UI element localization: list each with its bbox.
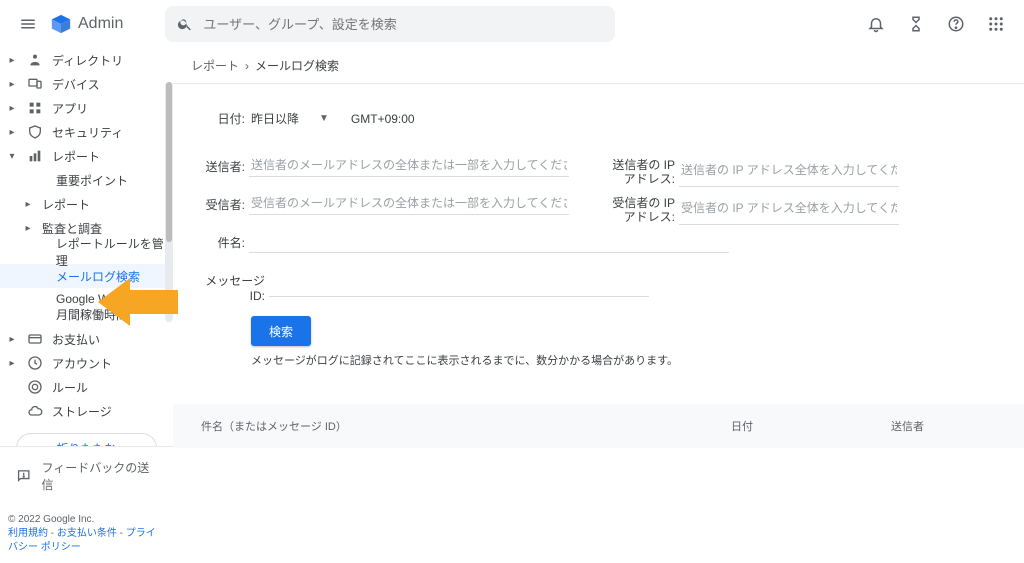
sidebar-footer: © 2022 Google Inc. 利用規約 - お支払い条件 - プライバシ… xyxy=(0,505,173,563)
bell-icon[interactable] xyxy=(856,4,896,44)
sidebar-item-label: ディレクトリ xyxy=(52,52,123,69)
footer-link-terms[interactable]: 利用規約 xyxy=(8,528,48,539)
account-icon xyxy=(26,355,44,371)
sidebar-item-label: メールログ検索 xyxy=(56,268,140,285)
sidebar-nav: ▸ ディレクトリ ▸ デバイス ▸ アプリ ▸ セキュリティ ▾ xyxy=(0,48,173,446)
directory-icon xyxy=(26,52,44,68)
search-form: 日付: 昨日以降 ▼ GMT+09:00 送信者: 送信者の IP アドレス: xyxy=(173,84,1024,368)
recipient-input[interactable] xyxy=(249,192,569,215)
date-label: 日付: xyxy=(201,106,249,131)
sidebar-item-label: セキュリティ xyxy=(52,124,123,141)
sidebar-item-billing[interactable]: ▸ お支払い xyxy=(0,327,173,351)
sidebar-item-devices[interactable]: ▸ デバイス xyxy=(0,72,173,96)
sidebar-item-label: お支払い xyxy=(52,331,100,348)
col-sender: 送信者 xyxy=(891,418,1024,434)
sidebar-item-label: Google Worksp の 月間稼働時間 xyxy=(56,292,154,323)
sidebar-item-report-rules[interactable]: レポートルールを管理 xyxy=(0,240,173,264)
reports-icon xyxy=(26,148,44,164)
dropdown-icon: ▼ xyxy=(319,113,329,124)
app-name: Admin xyxy=(78,15,123,33)
breadcrumb-item: メールログ検索 xyxy=(255,57,339,74)
send-feedback-button[interactable]: フィードバックの送信 xyxy=(0,446,173,505)
sender-label: 送信者: xyxy=(201,154,249,177)
collapse-button[interactable]: 折りたたむ xyxy=(16,433,157,446)
sidebar-item-label: アカウント xyxy=(52,355,112,372)
main-content: レポート › メールログ検索 日付: 昨日以降 ▼ GMT+09:00 xyxy=(173,48,1024,563)
feedback-icon xyxy=(16,468,31,484)
feedback-label: フィードバックの送信 xyxy=(41,459,157,493)
breadcrumb-item[interactable]: レポート xyxy=(191,57,239,74)
sidebar: ▸ ディレクトリ ▸ デバイス ▸ アプリ ▸ セキュリティ ▾ xyxy=(0,48,173,563)
admin-icon xyxy=(50,13,72,35)
app-header: Admin xyxy=(0,0,1024,48)
sidebar-item-uptime[interactable]: Google Worksp の 月間稼働時間 xyxy=(0,288,173,327)
hourglass-icon[interactable] xyxy=(896,4,936,44)
recipient-ip-input[interactable] xyxy=(679,192,899,225)
search-input[interactable] xyxy=(203,17,603,32)
recipient-ip-label: 受信者の IP アドレス: xyxy=(609,192,679,225)
sidebar-item-label: ルール xyxy=(52,379,88,396)
sender-ip-input[interactable] xyxy=(679,154,899,187)
sidebar-item-apps[interactable]: ▸ アプリ xyxy=(0,96,173,120)
sidebar-item-label: ストレージ xyxy=(52,403,112,420)
sidebar-item-reports-sub[interactable]: ▸ レポート xyxy=(0,192,173,216)
breadcrumb: レポート › メールログ検索 xyxy=(173,48,1024,84)
sidebar-item-security[interactable]: ▸ セキュリティ xyxy=(0,120,173,144)
sender-input[interactable] xyxy=(249,154,569,177)
copyright: © 2022 Google Inc. xyxy=(8,513,165,527)
col-date: 日付 xyxy=(731,418,891,434)
sidebar-item-label: デバイス xyxy=(52,76,100,93)
sender-ip-label: 送信者の IP アドレス: xyxy=(609,154,679,187)
date-value: 昨日以降 xyxy=(251,110,311,127)
search-icon xyxy=(177,16,193,32)
search-note: メッセージがログに記録されてここに表示されるまでに、数分かかる場合があります。 xyxy=(201,352,1004,368)
results-table-header: 件名（またはメッセージ ID） 日付 送信者 xyxy=(173,404,1024,448)
billing-icon xyxy=(26,331,44,347)
apps-icon xyxy=(26,100,44,116)
recipient-label: 受信者: xyxy=(201,192,249,215)
sidebar-scrollbar[interactable] xyxy=(165,82,173,322)
menu-icon[interactable] xyxy=(8,4,48,44)
sidebar-item-storage[interactable]: ストレージ xyxy=(0,399,173,423)
rules-icon xyxy=(26,379,44,395)
subject-input[interactable] xyxy=(249,230,729,253)
shield-icon xyxy=(26,124,44,140)
date-select[interactable]: 昨日以降 ▼ GMT+09:00 xyxy=(249,106,417,131)
product-logo[interactable]: Admin xyxy=(50,13,123,35)
sidebar-item-label: 重要ポイント xyxy=(56,172,128,189)
sidebar-item-label: アプリ xyxy=(52,100,88,117)
search-button[interactable]: 検索 xyxy=(251,316,311,346)
sidebar-item-label: レポートルールを管理 xyxy=(56,235,173,269)
breadcrumb-separator: › xyxy=(245,59,249,73)
timezone-label: GMT+09:00 xyxy=(351,112,415,126)
sidebar-item-directory[interactable]: ▸ ディレクトリ xyxy=(0,48,173,72)
apps-grid-icon[interactable] xyxy=(976,4,1016,44)
sidebar-item-highlights[interactable]: 重要ポイント xyxy=(0,168,173,192)
sidebar-item-rules[interactable]: ルール xyxy=(0,375,173,399)
subject-label: 件名: xyxy=(201,230,249,253)
cloud-icon xyxy=(26,403,44,419)
devices-icon xyxy=(26,76,44,92)
message-id-label: メッセージ ID: xyxy=(201,268,269,303)
footer-link-billing-terms[interactable]: お支払い条件 xyxy=(57,528,117,539)
col-subject: 件名（またはメッセージ ID） xyxy=(201,418,731,434)
sidebar-item-label: 監査と調査 xyxy=(42,220,102,237)
search-bar[interactable] xyxy=(165,6,615,42)
sidebar-item-label: レポート xyxy=(52,148,100,165)
sidebar-item-label: レポート xyxy=(42,196,90,213)
sidebar-item-reports[interactable]: ▾ レポート xyxy=(0,144,173,168)
message-id-input[interactable] xyxy=(269,274,649,297)
help-icon[interactable] xyxy=(936,4,976,44)
sidebar-item-account[interactable]: ▸ アカウント xyxy=(0,351,173,375)
